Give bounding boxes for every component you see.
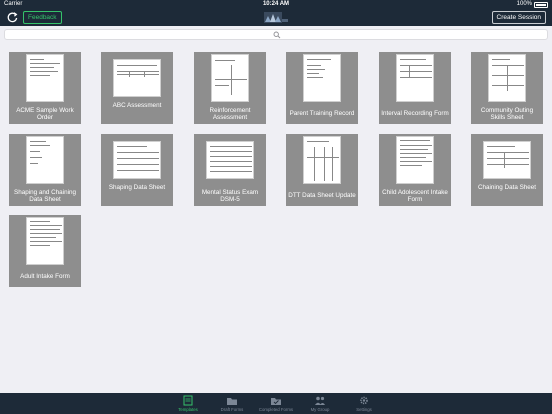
gear-icon bbox=[360, 396, 368, 405]
battery-icon bbox=[534, 1, 548, 8]
feedback-button[interactable]: Feedback bbox=[23, 11, 62, 24]
tab-label: Draft Forms bbox=[220, 407, 244, 412]
template-label: Child Adolescent Intake Form bbox=[382, 188, 448, 204]
template-tile[interactable]: ACME Sample Work Order bbox=[9, 52, 81, 124]
template-label: Mental Status Exam DSM-5 bbox=[201, 188, 259, 204]
form-thumbnail bbox=[206, 141, 254, 179]
template-label: Adult Intake Form bbox=[20, 273, 70, 281]
tab-label: My Group bbox=[310, 407, 330, 412]
group-icon bbox=[315, 396, 325, 405]
template-label: Shaping Data Sheet bbox=[108, 184, 166, 192]
template-label: ACME Sample Work Order bbox=[16, 106, 74, 122]
template-tile[interactable]: ABC Assessment bbox=[101, 52, 173, 124]
form-thumbnail bbox=[26, 54, 64, 102]
tab-draft-forms[interactable]: Draft Forms bbox=[210, 393, 254, 414]
form-thumbnail bbox=[303, 136, 341, 184]
template-label: Parent Training Record bbox=[289, 110, 355, 118]
search-bar bbox=[0, 26, 552, 44]
template-tile[interactable]: DTT Data Sheet Update bbox=[286, 134, 358, 206]
template-label: Chaining Data Sheet bbox=[477, 184, 537, 192]
template-tile[interactable]: Community Outing Skills Sheet bbox=[471, 52, 543, 124]
template-tile[interactable]: Child Adolescent Intake Form bbox=[379, 134, 451, 206]
template-tile[interactable]: Adult Intake Form bbox=[9, 215, 81, 287]
form-thumbnail bbox=[26, 136, 64, 184]
app-logo-icon bbox=[262, 10, 290, 25]
tab-bar: Templates Draft Forms Completed Forms My… bbox=[0, 393, 552, 414]
form-thumbnail bbox=[211, 54, 249, 102]
template-label: Reinforcement Assessment bbox=[209, 106, 251, 122]
template-label: ABC Assessment bbox=[112, 102, 162, 110]
battery-status: 100% bbox=[517, 0, 548, 9]
template-tile[interactable]: Shaping Data Sheet bbox=[101, 134, 173, 206]
form-thumbnail bbox=[26, 217, 64, 265]
form-thumbnail bbox=[396, 54, 434, 102]
tab-my-group[interactable]: My Group bbox=[298, 393, 342, 414]
template-label: DTT Data Sheet Update bbox=[288, 192, 356, 200]
template-label: Shaping and Chaining Data Sheet bbox=[14, 188, 76, 204]
tab-completed-forms[interactable]: Completed Forms bbox=[254, 393, 298, 414]
template-label: Community Outing Skills Sheet bbox=[480, 106, 534, 122]
template-tile[interactable]: Chaining Data Sheet bbox=[471, 134, 543, 206]
tab-label: Settings bbox=[356, 407, 372, 412]
create-session-button[interactable]: Create Session bbox=[491, 11, 546, 24]
tab-settings[interactable]: Settings bbox=[342, 393, 386, 414]
template-tile[interactable]: Shaping and Chaining Data Sheet bbox=[9, 134, 81, 206]
status-bar: Carrier 10:24 AM 100% bbox=[0, 0, 552, 9]
tab-label: Templates bbox=[178, 407, 198, 412]
form-thumbnail bbox=[303, 54, 341, 102]
refresh-icon[interactable] bbox=[6, 11, 19, 24]
template-tile[interactable]: Parent Training Record bbox=[286, 52, 358, 124]
nav-bar: Feedback Create Session bbox=[0, 9, 552, 26]
form-thumbnail bbox=[396, 136, 434, 184]
search-icon bbox=[273, 31, 281, 39]
completed-folder-icon bbox=[271, 398, 281, 405]
battery-percent: 100% bbox=[516, 1, 532, 7]
template-tile[interactable]: Reinforcement Assessment bbox=[194, 52, 266, 124]
form-thumbnail bbox=[488, 54, 526, 102]
folder-icon bbox=[227, 398, 237, 405]
tab-label: Completed Forms bbox=[258, 407, 294, 412]
search-field[interactable] bbox=[4, 29, 548, 40]
tab-templates[interactable]: Templates bbox=[166, 393, 210, 414]
template-tile[interactable]: Interval Recording Form bbox=[379, 52, 451, 124]
templates-icon bbox=[183, 395, 193, 406]
clock: 10:24 AM bbox=[262, 1, 290, 7]
template-label: Interval Recording Form bbox=[381, 110, 449, 118]
template-tile[interactable]: Mental Status Exam DSM-5 bbox=[194, 134, 266, 206]
